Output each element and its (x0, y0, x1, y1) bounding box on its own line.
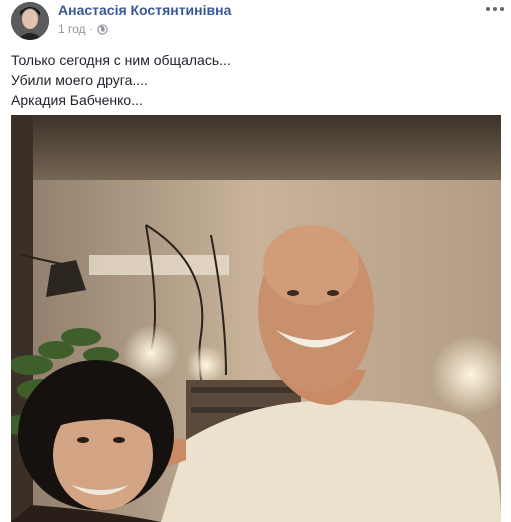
post-photo[interactable] (11, 115, 501, 522)
author-avatar[interactable] (11, 2, 49, 40)
post-text-line: Убили моего друга.... (11, 72, 148, 88)
meta-separator: · (89, 23, 93, 35)
post-text-line: Аркадия Бабченко... (11, 92, 143, 108)
author-name[interactable]: Анастасія Костянтинівна (58, 2, 231, 18)
globe-icon[interactable] (97, 23, 108, 35)
more-options-icon[interactable] (486, 4, 504, 14)
post-text-line: Только сегодня с ним общалась... (11, 52, 231, 68)
facebook-post: Анастасія Костянтинівна 1 год · Только с… (0, 0, 511, 522)
post-meta: 1 год · (58, 22, 108, 36)
post-text: Только сегодня с ним общалась... Убили м… (11, 50, 491, 110)
post-timestamp[interactable]: 1 год (58, 22, 86, 36)
